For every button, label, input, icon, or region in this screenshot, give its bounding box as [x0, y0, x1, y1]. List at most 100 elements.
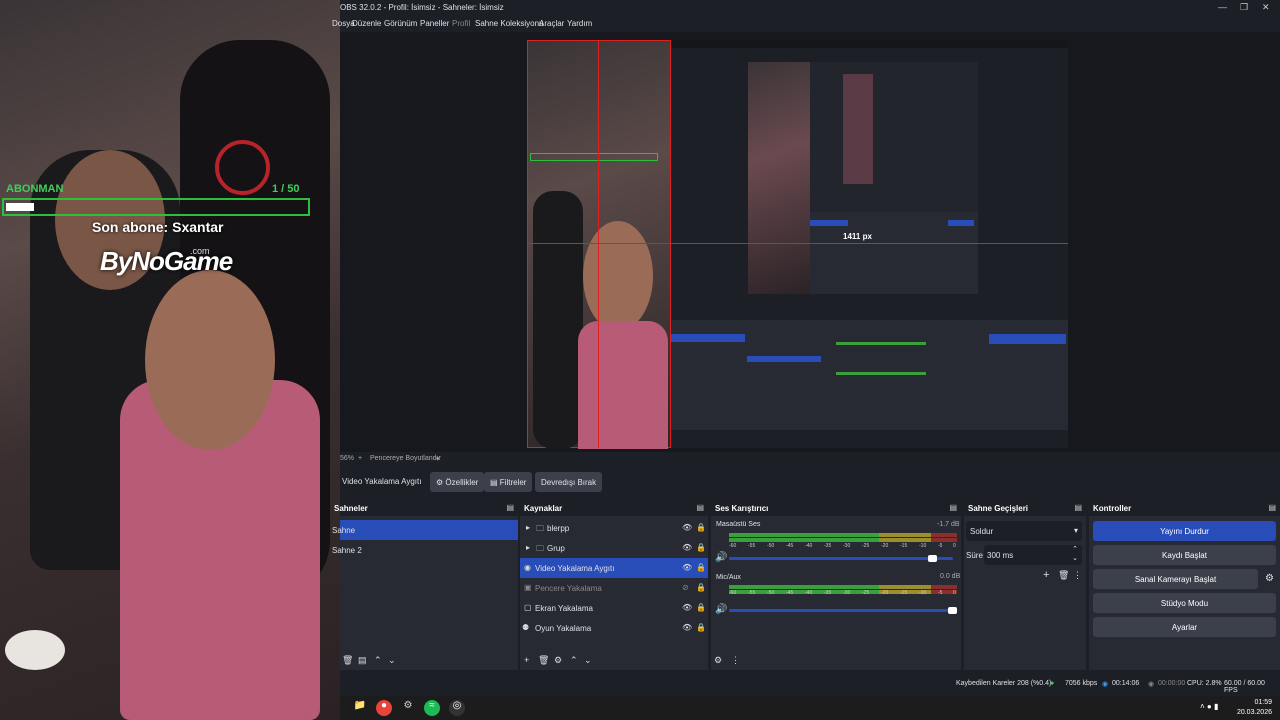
clock-date: 20.03.2026 [1236, 709, 1272, 716]
lock-icon[interactable]: 🔒 [696, 583, 706, 592]
close-icon[interactable]: ✕ [1262, 2, 1270, 13]
source-item[interactable]: ▸ 🗀 Grup 👁 🔒 [520, 538, 708, 558]
fit-to-window[interactable]: Pencereye Boyutlandır [370, 455, 441, 462]
menu-edit[interactable]: Düzenle [352, 19, 381, 28]
studio-mode-button[interactable]: Stüdyo Modu [1093, 593, 1276, 613]
eye-icon[interactable]: 👁 [682, 603, 692, 612]
mixer-title: Ses Karıştırıcı [715, 504, 769, 513]
volume-slider-knob[interactable] [948, 607, 957, 614]
menu-docks[interactable]: Paneller [420, 19, 449, 28]
zoom-level[interactable]: 56% [340, 455, 354, 462]
eye-hidden-icon[interactable]: ⊘ [682, 583, 689, 592]
add-transition-icon[interactable]: + [1043, 569, 1049, 581]
chrome-icon[interactable]: ● [376, 700, 392, 716]
lock-icon[interactable]: 🔒 [696, 623, 706, 632]
deactivate-button[interactable]: Devredışı Bırak [535, 472, 603, 492]
properties-button[interactable]: ⚙ Özellikler [430, 472, 485, 492]
move-down-icon[interactable]: ⌄ [584, 655, 592, 666]
eye-icon[interactable]: 👁 [682, 523, 692, 532]
chevron-right-icon[interactable]: ▸ [526, 543, 530, 552]
transition-select[interactable]: Soldur ▾ [966, 521, 1082, 541]
source-item[interactable]: ⚉ Oyun Yakalama 👁 🔒 [520, 618, 708, 638]
lock-icon[interactable]: 🔒 [696, 603, 706, 612]
virtual-camera-settings-icon[interactable]: ⚙ [1265, 573, 1274, 584]
scene-item[interactable]: Sahne 2 [332, 540, 518, 560]
center-guide-v [598, 40, 599, 448]
remove-transition-icon[interactable]: 🗑 [1058, 570, 1069, 581]
menu-view[interactable]: Görünüm [384, 19, 417, 28]
scene-item[interactable]: Sahne [332, 520, 518, 540]
bitrate: 7056 kbps [1065, 680, 1098, 687]
settings-button[interactable]: Ayarlar [1093, 617, 1276, 637]
webcam-feed [0, 0, 340, 720]
selected-source-name: Video Yakalama Aygıtı [342, 477, 422, 486]
sources-dock: Kaynaklar ▤ ▸ 🗀 blerpp 👁 🔒 ▸ 🗀 Grup 👁 🔒 ◉… [520, 500, 708, 670]
chevron-up-icon[interactable]: ⌃ [1072, 545, 1078, 553]
chevron-down-icon: ▾ [1073, 526, 1078, 535]
obs-icon[interactable]: ◎ [449, 700, 465, 716]
cpu-usage: CPU: 2.8% [1187, 680, 1222, 687]
lock-icon[interactable]: 🔒 [696, 523, 706, 532]
scenes-title: Sahneler [334, 504, 368, 513]
status-bar: Kaybedilen Kareler 208 (%0.4) ● 7056 kbp… [340, 672, 1280, 696]
dock-menu-icon[interactable]: ▤ [506, 503, 514, 512]
dock-menu-icon[interactable]: ▤ [696, 503, 704, 512]
source-item[interactable]: ◉ Video Yakalama Aygıtı 👁 🔒 [520, 558, 708, 578]
dock-menu-icon[interactable]: ▤ [1074, 503, 1082, 512]
fps: 60.00 / 60.00 FPS [1224, 680, 1265, 694]
chevron-right-icon[interactable]: ▸ [526, 523, 530, 532]
eye-icon[interactable]: 👁 [682, 563, 692, 572]
zoom-plus-icon[interactable]: + [358, 455, 362, 462]
move-down-icon[interactable]: ⌄ [388, 655, 396, 666]
source-properties-icon[interactable]: ⚙ [554, 655, 562, 666]
network-icon: ● [1050, 680, 1055, 687]
menu-help[interactable]: Yardım [567, 19, 592, 28]
menu-profile[interactable]: Profil [452, 19, 470, 28]
nested-docks [671, 320, 1068, 430]
menu-scene-collection[interactable]: Sahne Koleksiyonu [475, 19, 544, 28]
eye-icon[interactable]: 👁 [682, 543, 692, 552]
source-item[interactable]: ▢ Ekran Yakalama 👁 🔒 [520, 598, 708, 618]
move-up-icon[interactable]: ⌃ [374, 655, 382, 666]
speaker-icon[interactable]: 🔊 [715, 604, 727, 615]
file-explorer-icon[interactable]: 📁 [352, 700, 368, 716]
maximize-icon[interactable]: ❐ [1240, 2, 1248, 13]
volume-slider-knob[interactable] [928, 555, 937, 562]
dock-menu-icon[interactable]: ▤ [1268, 503, 1276, 512]
spotify-icon[interactable]: ≈ [424, 700, 440, 716]
mixer-menu-icon[interactable]: ⋮ [731, 655, 740, 666]
mixer-settings-icon[interactable]: ⚙ [714, 655, 722, 666]
minimize-icon[interactable]: — [1218, 2, 1227, 12]
preview-source-webcam[interactable] [527, 40, 671, 449]
steam-icon[interactable]: ⚙ [400, 700, 416, 716]
start-virtual-camera-button[interactable]: Sanal Kamerayı Başlat [1093, 569, 1258, 589]
duration-input[interactable]: 300 ms ⌃ ⌄ [984, 545, 1082, 565]
menu-bar: Dosya Düzenle Görünüm Paneller Profil Sa… [332, 16, 1280, 32]
source-item[interactable]: ▣ Pencere Yakalama ⊘ 🔒 [520, 578, 708, 598]
duration-label: Süre [966, 551, 983, 560]
dock-menu-icon[interactable]: ▤ [949, 503, 957, 512]
remove-source-icon[interactable]: 🗑 [538, 655, 549, 666]
source-item[interactable]: ▸ 🗀 blerpp 👁 🔒 [520, 518, 708, 538]
filters-button[interactable]: ▤ Filtreler [484, 472, 533, 492]
volume-slider[interactable] [729, 557, 953, 560]
fit-dropdown-icon[interactable]: ▾ [436, 455, 440, 463]
lock-icon[interactable]: 🔒 [696, 563, 706, 572]
eye-icon[interactable]: 👁 [682, 623, 692, 632]
start-recording-button[interactable]: Kaydı Başlat [1093, 545, 1276, 565]
transition-menu-icon[interactable]: ⋮ [1073, 570, 1082, 581]
scene-filters-icon[interactable]: ▤ [358, 655, 367, 666]
lock-icon[interactable]: 🔒 [696, 543, 706, 552]
menu-tools[interactable]: Araçlar [539, 19, 564, 28]
volume-slider[interactable] [729, 609, 953, 612]
system-tray-icons[interactable]: ˄ ● ▮ [1200, 702, 1218, 711]
channel-name: Masaüstü Ses [716, 521, 761, 528]
remove-scene-icon[interactable]: 🗑 [342, 655, 353, 666]
move-up-icon[interactable]: ⌃ [570, 655, 578, 666]
clock[interactable]: 01:59 20.03.2026 [1237, 698, 1272, 718]
stop-stream-button[interactable]: Yayını Durdur [1093, 521, 1276, 541]
speaker-icon[interactable]: 🔊 [715, 552, 727, 563]
add-source-icon[interactable]: + [524, 655, 529, 665]
nested-obs-capture-2 [748, 62, 978, 294]
chevron-down-icon[interactable]: ⌄ [1072, 554, 1078, 562]
